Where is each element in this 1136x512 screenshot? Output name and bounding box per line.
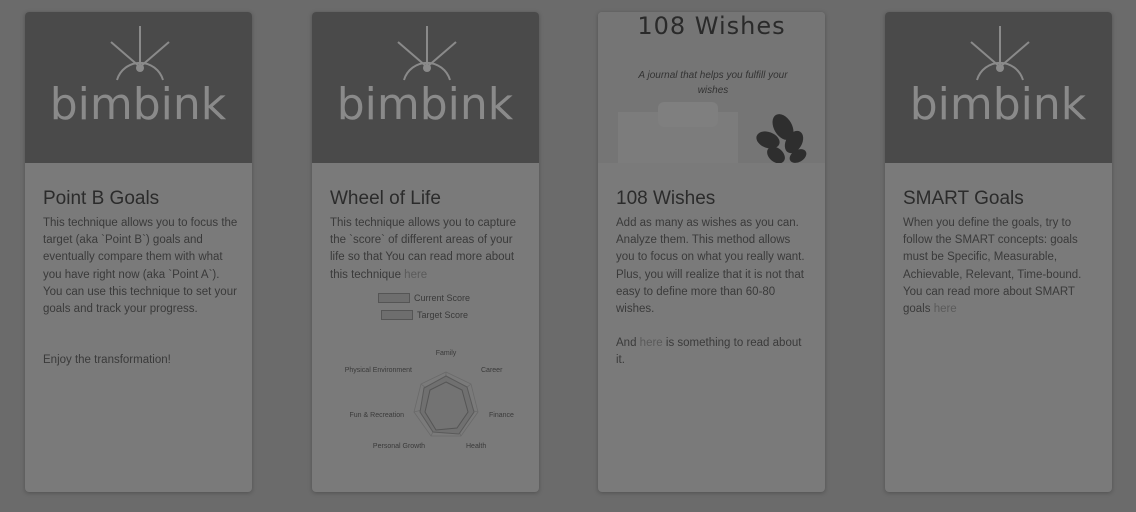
legend-swatch (381, 309, 413, 320)
card-image: bimbink (885, 12, 1112, 163)
read-more-link[interactable]: here (640, 337, 663, 349)
bimbink-logo: bimbink (50, 26, 227, 130)
description-paragraph: Add as many as wishes as you can. Analyz… (616, 217, 805, 316)
description-paragraph: Enjoy the transformation! (43, 354, 171, 367)
legend-swatch (378, 292, 410, 303)
bimbink-logo: bimbink (337, 26, 514, 130)
radar-label: Family (436, 350, 457, 357)
card-description: This technique allows you to focus the t… (43, 215, 238, 369)
radar-label: Personal Growth (373, 443, 425, 450)
legend-label: Current Score (414, 292, 471, 303)
wheel-of-life-radar: Family Career Finance Health Personal Gr… (345, 350, 514, 450)
legend-item-target[interactable]: Target Score (378, 306, 470, 323)
card-smart-goals[interactable]: bimbink SMART Goals When you define the … (885, 12, 1112, 492)
description-paragraph: This technique allows you to focus the t… (43, 217, 238, 316)
card-title: Point B Goals (43, 188, 160, 209)
card-wheel-of-life[interactable]: bimbink Wheel of Life This technique all… (312, 12, 539, 492)
legend-item-current[interactable]: Current Score (378, 289, 470, 306)
chart-legend: Current Score Target Score (378, 289, 470, 323)
card-description: When you define the goals, try to follow… (903, 215, 1098, 318)
card-image: bimbink (312, 12, 539, 163)
bimbink-logo: bimbink (910, 26, 1087, 130)
radar-label: Career (481, 367, 503, 374)
description-text: When you define the goals, try to follow… (903, 217, 1082, 316)
svg-text:bimbink: bimbink (337, 79, 514, 130)
card-108-wishes[interactable]: 108 Wishes A journal that helps you fulf… (598, 12, 825, 492)
radar-label: Health (466, 443, 486, 450)
card-description: Add as many as wishes as you can. Analyz… (616, 215, 811, 370)
card-title: 108 Wishes (616, 188, 716, 209)
radar-label: Physical Environment (345, 367, 412, 374)
read-more-link[interactable]: here (404, 269, 427, 281)
card-point-b-goals[interactable]: bimbink Point B Goals This technique all… (25, 12, 252, 492)
svg-text:bimbink: bimbink (910, 79, 1087, 130)
description-text: And (616, 337, 640, 350)
card-image: 108 Wishes A journal that helps you fulf… (598, 12, 825, 163)
radar-label: Finance (489, 412, 514, 419)
svg-text:bimbink: bimbink (50, 79, 227, 130)
card-image: bimbink (25, 12, 252, 163)
header-subtitle: A journal that helps you fulfill your wi… (638, 70, 788, 96)
card-description: This technique allows you to capture the… (330, 215, 525, 284)
card-title: Wheel of Life (330, 188, 441, 209)
card-title: SMART Goals (903, 188, 1024, 209)
read-more-link[interactable]: here (934, 303, 957, 315)
legend-label: Target Score (417, 309, 469, 320)
header-title: 108 Wishes (637, 12, 786, 40)
radar-label: Fun & Recreation (350, 412, 405, 419)
